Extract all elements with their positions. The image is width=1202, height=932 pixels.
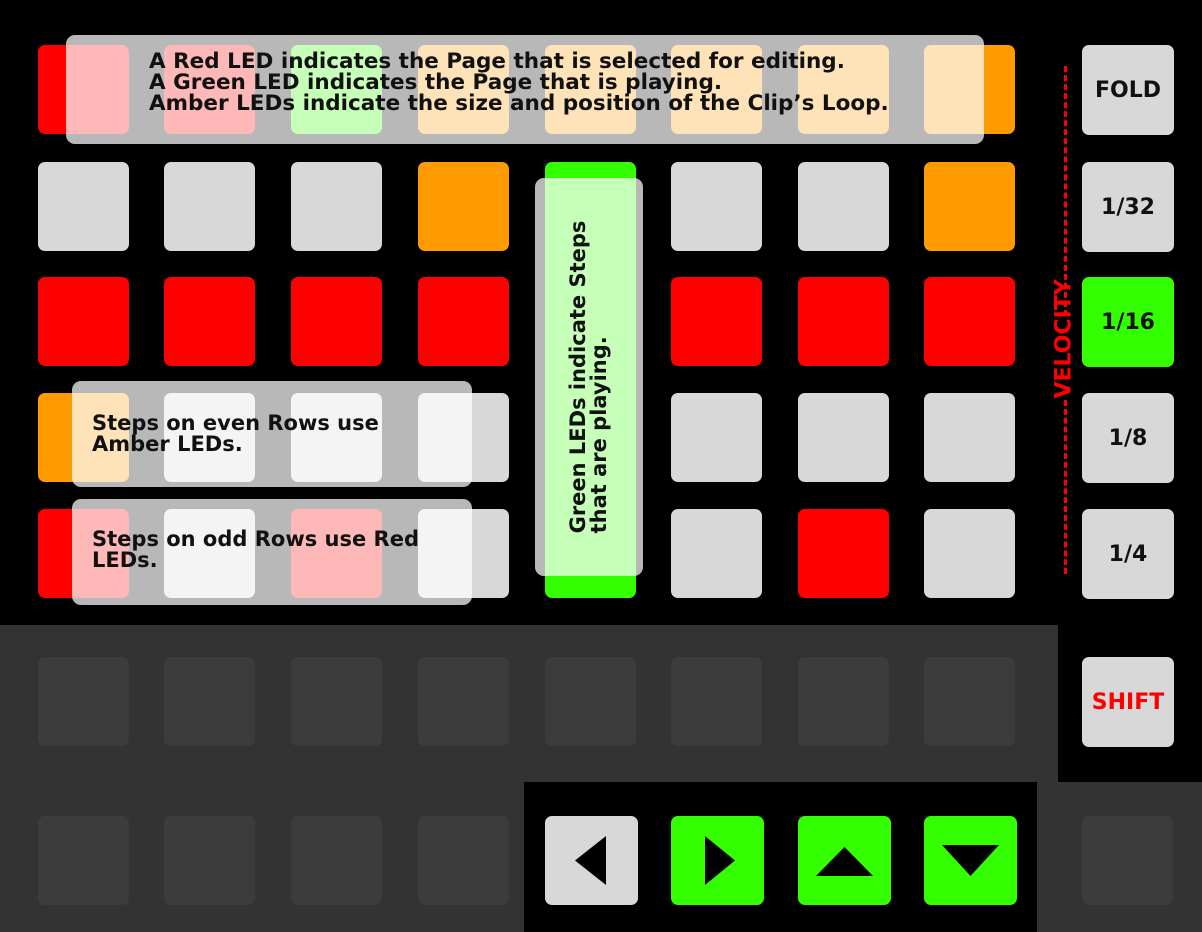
annotation-line: Steps on odd Rows use Red [92,527,419,551]
grid-pad-r6-c3[interactable] [291,657,382,746]
rate-1-4-button[interactable]: 1/4 [1082,509,1174,599]
grid-pad-r6-c5[interactable] [545,657,636,746]
rate-1-8-button[interactable]: 1/8 [1082,393,1174,483]
grid-pad-r3-c7[interactable] [798,277,889,366]
annotation-line: Amber LEDs indicate the size and positio… [149,91,889,116]
grid-pad-r6-c1[interactable] [38,657,129,746]
lower-panel [0,625,1058,782]
annotation-line: Green LEDs indicate Steps [566,220,590,534]
grid-pad-r5-c7[interactable] [798,509,889,598]
annotation-line: that are playing. [587,336,611,534]
right-arrow-icon [705,836,735,885]
grid-pad-r7-c3[interactable] [291,816,382,905]
grid-pad-r5-c6[interactable] [671,509,762,598]
grid-pad-r3-c2[interactable] [164,277,255,366]
grid-pad-r4-c8[interactable] [924,393,1015,482]
velocity-dash-top [1064,66,1067,316]
grid-pad-r2-c8[interactable] [924,162,1015,251]
grid-pad-r7-c1[interactable] [38,816,129,905]
grid-pad-r2-c6[interactable] [671,162,762,251]
grid-pad-r2-c2[interactable] [164,162,255,251]
top-annotation: A Red LED indicates the Page that is sel… [66,35,984,144]
up-arrow-icon [816,847,873,876]
grid-pad-r3-c6[interactable] [671,277,762,366]
annotation-line: Amber LEDs. [92,432,243,456]
fold-button[interactable]: FOLD [1082,45,1174,135]
grid-pad-r2-c1[interactable] [38,162,129,251]
rate-1-16-button[interactable]: 1/16 [1082,277,1174,367]
grid-pad-r3-c3[interactable] [291,277,382,366]
annotation-line: A Green LED indicates the Page that is p… [149,70,723,95]
annotation-line: Steps on even Rows use [92,411,379,435]
grid-pad-r2-c7[interactable] [798,162,889,251]
grid-pad-r2-c4[interactable] [418,162,509,251]
left-arrow-icon [575,836,606,885]
grid-pad-r6-c2[interactable] [164,657,255,746]
vertical-annotation-text: Green LEDs indicate Steps that are playi… [566,220,611,534]
odd-rows-annotation: Steps on odd Rows use Red LEDs. [72,499,472,605]
grid-pad-r4-c7[interactable] [798,393,889,482]
even-rows-annotation: Steps on even Rows use Amber LEDs. [72,381,472,487]
grid-pad-r3-c4[interactable] [418,277,509,366]
controller-grid-screen: FOLD 1/32 1/16 1/8 1/4 SHIFT VELOCITY A … [0,0,1202,932]
vertical-annotation: Green LEDs indicate Steps that are playi… [535,178,643,576]
right-arrow-button[interactable] [671,816,764,905]
shift-button[interactable]: SHIFT [1082,657,1174,747]
grid-pad-r3-c1[interactable] [38,277,129,366]
down-arrow-button[interactable] [924,816,1017,905]
extra-pad[interactable] [1082,816,1173,905]
grid-pad-r7-c4[interactable] [418,816,509,905]
velocity-label: VELOCITY [1051,279,1077,399]
grid-pad-r7-c2[interactable] [164,816,255,905]
grid-pad-r6-c4[interactable] [418,657,509,746]
annotation-line: LEDs. [92,548,158,572]
up-arrow-button[interactable] [798,816,891,905]
grid-pad-r6-c8[interactable] [924,657,1015,746]
grid-pad-r4-c6[interactable] [671,393,762,482]
annotation-line: A Red LED indicates the Page that is sel… [149,49,845,74]
grid-pad-r6-c7[interactable] [798,657,889,746]
grid-pad-r6-c6[interactable] [671,657,762,746]
down-arrow-icon [942,845,999,876]
rate-1-32-button[interactable]: 1/32 [1082,162,1174,252]
grid-pad-r3-c8[interactable] [924,277,1015,366]
grid-pad-r5-c8[interactable] [924,509,1015,598]
grid-pad-r2-c3[interactable] [291,162,382,251]
velocity-dash-bottom [1064,400,1067,574]
left-arrow-button[interactable] [545,816,638,905]
